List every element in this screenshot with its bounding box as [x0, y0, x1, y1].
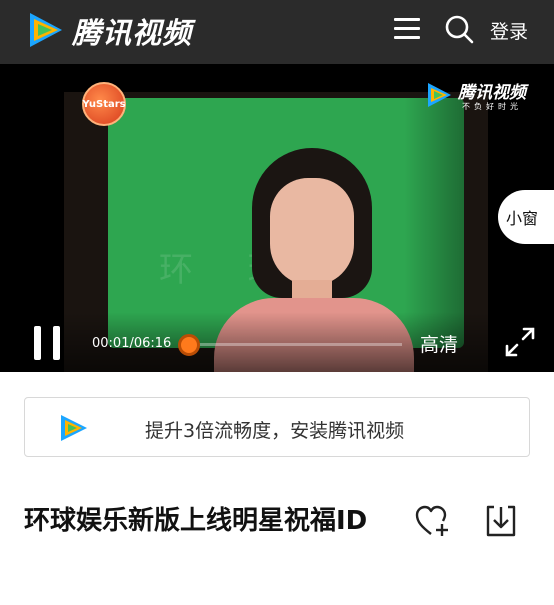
install-app-banner[interactable]: 提升3倍流畅度，安装腾讯视频: [24, 397, 530, 457]
tencent-video-app-icon: [61, 415, 87, 441]
progress-handle[interactable]: [177, 334, 200, 356]
favorite-add-icon[interactable]: [414, 504, 450, 538]
watermark-slogan: 不负好时光: [462, 102, 522, 111]
progress-bar[interactable]: [182, 343, 402, 346]
download-icon[interactable]: [484, 504, 518, 538]
banner-text[interactable]: 提升3倍流畅度，安装腾讯视频: [145, 416, 404, 443]
time-display: 00:01/06:16: [92, 336, 172, 351]
watermark-logo-icon: [428, 83, 451, 107]
person-face: [270, 178, 354, 286]
fullscreen-icon[interactable]: [504, 326, 536, 358]
top-header: 腾讯视频 登录: [0, 0, 554, 64]
yustars-badge: YuStars: [82, 82, 126, 126]
login-link[interactable]: 登录: [490, 17, 528, 44]
mini-window-button[interactable]: 小窗: [498, 190, 554, 244]
quality-button[interactable]: 高清: [420, 330, 458, 357]
pause-icon[interactable]: [34, 326, 60, 360]
video-player[interactable]: 环 球 网 YuStars 腾讯视频 不负好时光 小窗 00:01/06:16 …: [0, 64, 554, 372]
menu-icon[interactable]: [394, 18, 420, 40]
controls-overlay: [0, 312, 554, 372]
search-icon[interactable]: [444, 14, 474, 44]
current-time: 00:01: [92, 336, 130, 351]
watermark-brand: 腾讯视频: [458, 83, 526, 103]
video-title: 环球娱乐新版上线明星祝福ID: [24, 506, 368, 536]
duration: 06:16: [133, 336, 172, 351]
brand-name[interactable]: 腾讯视频: [72, 10, 192, 52]
tencent-video-logo-icon[interactable]: [24, 9, 66, 51]
